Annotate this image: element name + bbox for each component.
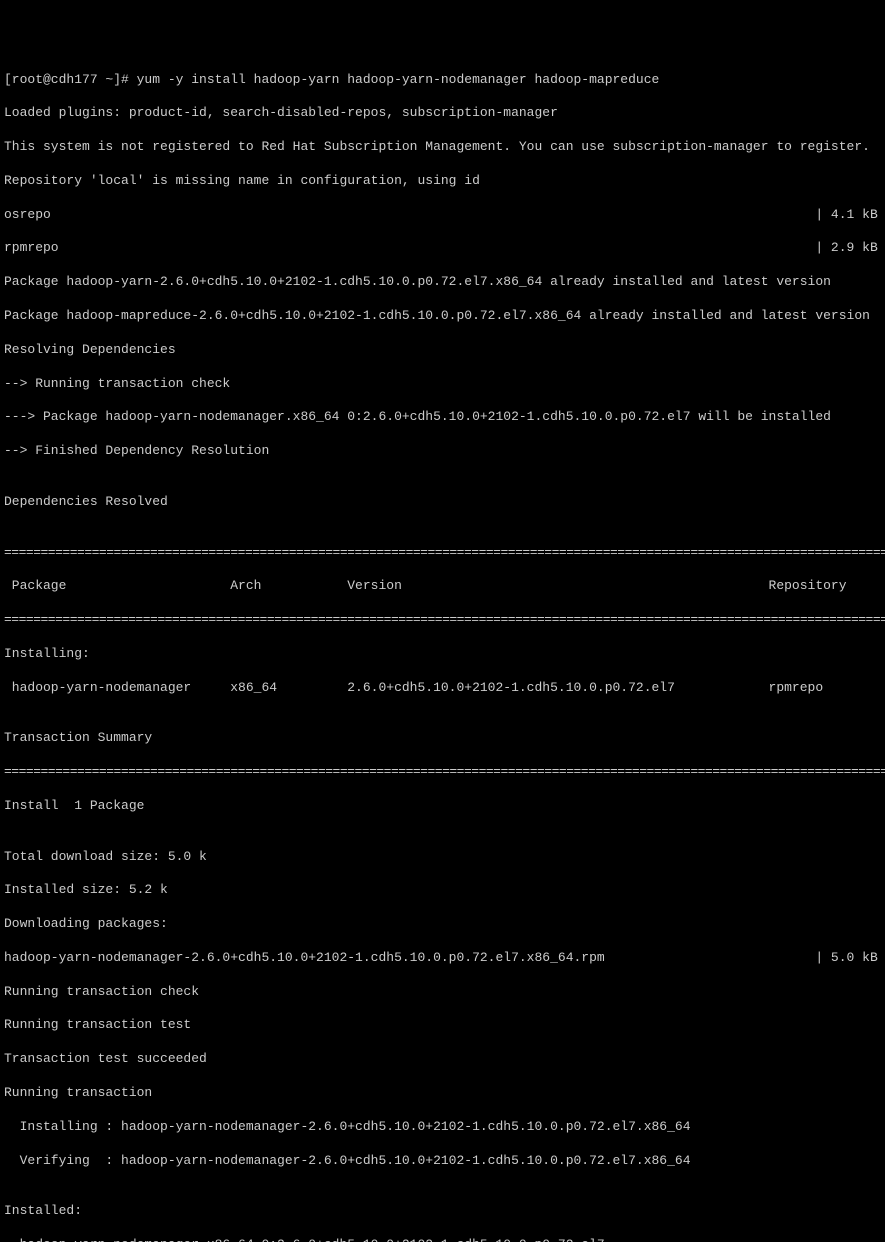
terminal-line: Resolving Dependencies <box>4 342 881 359</box>
separator-line: ========================================… <box>4 764 881 781</box>
terminal-line: hadoop-yarn-nodemanager-2.6.0+cdh5.10.0+… <box>4 950 881 967</box>
terminal-line: --> Running transaction check <box>4 376 881 393</box>
table-row: hadoop-yarn-nodemanager x86_64 2.6.0+cdh… <box>4 680 881 697</box>
terminal-line: Running transaction test <box>4 1017 881 1034</box>
terminal-line: Verifying : hadoop-yarn-nodemanager-2.6.… <box>4 1153 881 1170</box>
terminal-line: [root@cdh177 ~]# yum -y install hadoop-y… <box>4 72 881 89</box>
terminal-line: ---> Package hadoop-yarn-nodemanager.x86… <box>4 409 881 426</box>
terminal-line: Package hadoop-mapreduce-2.6.0+cdh5.10.0… <box>4 308 881 325</box>
terminal-line: Repository 'local' is missing name in co… <box>4 173 881 190</box>
terminal-line: Total download size: 5.0 k <box>4 849 881 866</box>
separator-line: ========================================… <box>4 545 881 562</box>
terminal-line: --> Finished Dependency Resolution <box>4 443 881 460</box>
shell-prompt: [root@cdh177 ~]# <box>4 72 137 87</box>
terminal-line: osrepo | 4.1 kB 00:00:00 <box>4 207 881 224</box>
terminal-line: Downloading packages: <box>4 916 881 933</box>
terminal-line: hadoop-yarn-nodemanager.x86_64 0:2.6.0+c… <box>4 1237 881 1242</box>
terminal-line: Dependencies Resolved <box>4 494 881 511</box>
terminal-line: Installing : hadoop-yarn-nodemanager-2.6… <box>4 1119 881 1136</box>
terminal-line: Package hadoop-yarn-2.6.0+cdh5.10.0+2102… <box>4 274 881 291</box>
table-header: Package Arch Version Repository Size <box>4 578 881 595</box>
command-text: yum -y install hadoop-yarn hadoop-yarn-n… <box>137 72 660 87</box>
terminal-line: Installed size: 5.2 k <box>4 882 881 899</box>
terminal-line: Running transaction check <box>4 984 881 1001</box>
terminal-line: Transaction Summary <box>4 730 881 747</box>
terminal-line: Running transaction <box>4 1085 881 1102</box>
terminal-line: Transaction test succeeded <box>4 1051 881 1068</box>
terminal-line: This system is not registered to Red Hat… <box>4 139 881 156</box>
terminal-line: Install 1 Package <box>4 798 881 815</box>
terminal-line: Installed: <box>4 1203 881 1220</box>
terminal-line: Installing: <box>4 646 881 663</box>
terminal-line: Loaded plugins: product-id, search-disab… <box>4 105 881 122</box>
terminal-line: rpmrepo | 2.9 kB 00:00:00 <box>4 240 881 257</box>
